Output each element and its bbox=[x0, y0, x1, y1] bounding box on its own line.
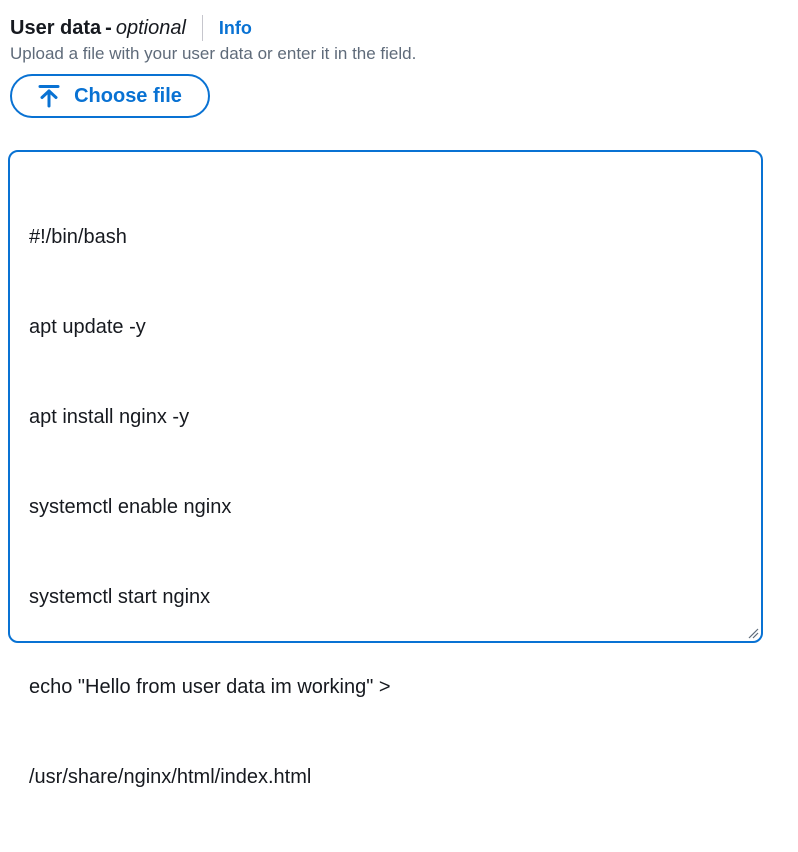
code-line: #!/bin/bash bbox=[29, 226, 127, 248]
code-line: echo "Hello from user data im working" > bbox=[29, 676, 391, 698]
code-line: apt update -y bbox=[29, 316, 146, 338]
field-header: User data - optional Info bbox=[10, 14, 252, 42]
field-label: User data bbox=[10, 16, 102, 39]
code-line: systemctl enable nginx bbox=[29, 496, 232, 518]
code-line: /usr/share/nginx/html/index.html bbox=[29, 766, 312, 788]
header-separator bbox=[201, 15, 203, 41]
user-data-textarea[interactable]: #!/bin/bash apt update -y apt install ng… bbox=[8, 150, 763, 788]
upload-arrow-icon bbox=[38, 85, 60, 108]
code-line: apt install nginx -y bbox=[29, 406, 190, 428]
resize-handle-icon[interactable] bbox=[747, 627, 759, 639]
label-dash: - bbox=[105, 16, 112, 39]
choose-file-label: Choose file bbox=[74, 84, 182, 107]
choose-file-button[interactable]: Choose file bbox=[10, 74, 210, 118]
code-line: systemctl start nginx bbox=[29, 586, 211, 608]
field-description: Upload a file with your user data or ent… bbox=[10, 44, 417, 63]
user-data-content: #!/bin/bash apt update -y apt install ng… bbox=[29, 162, 391, 852]
info-link[interactable]: Info bbox=[219, 18, 252, 39]
optional-label: optional bbox=[115, 16, 186, 39]
